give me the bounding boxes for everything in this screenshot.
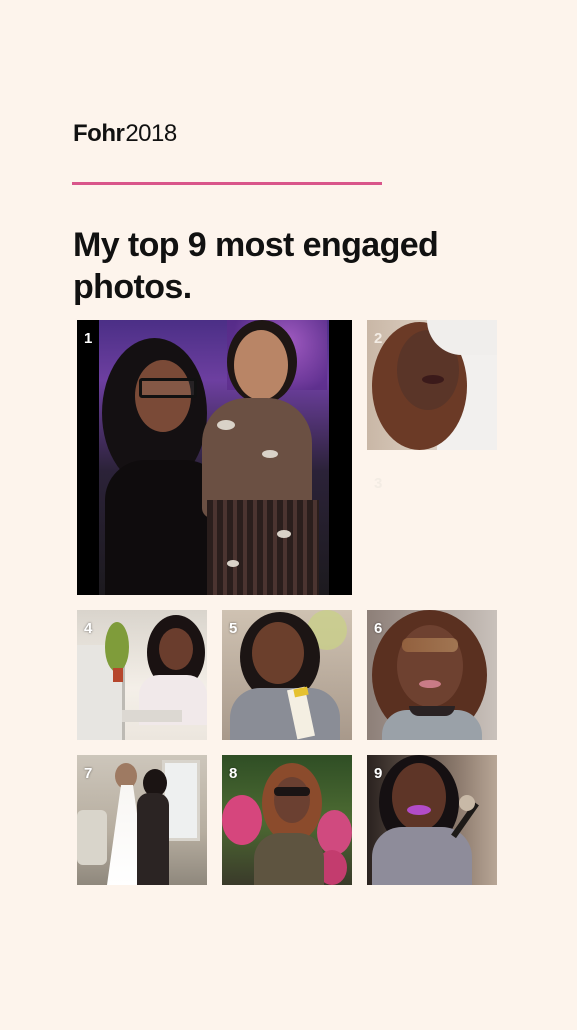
- photo-rank: 1: [84, 330, 93, 347]
- photo-tile-7[interactable]: 7: [77, 755, 207, 885]
- brand-year: 2018: [125, 120, 177, 147]
- photo-tile-8[interactable]: 8: [222, 755, 352, 885]
- photo-tile-4[interactable]: 4: [77, 610, 207, 740]
- photo-rank: 5: [229, 620, 238, 637]
- photo-rank: 2: [374, 330, 383, 347]
- accent-divider: [72, 182, 382, 185]
- photo-rank: 3: [374, 475, 383, 492]
- photo-rank: 9: [374, 765, 383, 782]
- photo-tile-2[interactable]: 2: [367, 320, 497, 450]
- brand-name: Fohr: [73, 120, 125, 147]
- photo-rank: 6: [374, 620, 383, 637]
- photo-tile-6[interactable]: 6: [367, 610, 497, 740]
- photo-rank: 8: [229, 765, 238, 782]
- photo-rank: 7: [84, 765, 93, 782]
- photo-tile-5[interactable]: 5: [222, 610, 352, 740]
- page-title: My top 9 most engaged photos.: [73, 226, 439, 306]
- photo-tile-9[interactable]: 9: [367, 755, 497, 885]
- photo-tile-3[interactable]: 3: [367, 465, 497, 595]
- brand-logo: Fohr2018: [73, 120, 177, 148]
- photo-tile-1[interactable]: 1: [77, 320, 352, 595]
- photo-rank: 4: [84, 620, 93, 637]
